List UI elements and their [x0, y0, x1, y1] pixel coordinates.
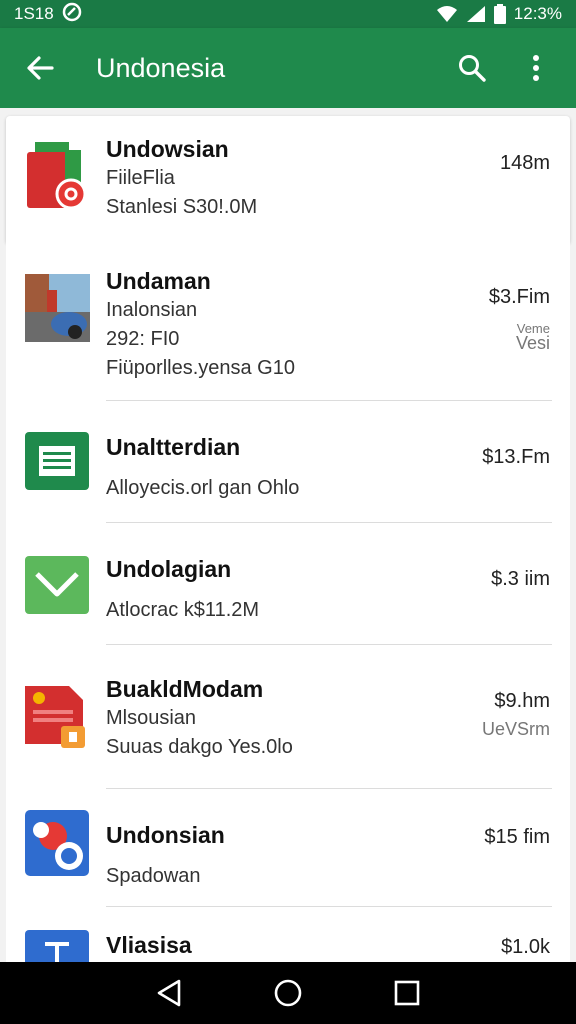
- chat-icon: [25, 810, 90, 876]
- item-subtitle: Alloyecis.orl gan Ohlo: [106, 477, 300, 499]
- divider: [106, 644, 552, 645]
- divider: [106, 400, 552, 401]
- item-price: $3.Fim: [488, 286, 550, 308]
- item-sub: Vesi: [515, 333, 550, 353]
- navigation-bar: [0, 962, 576, 1024]
- item-price: $15 fim: [484, 826, 550, 848]
- wifi-icon: [436, 5, 458, 23]
- search-icon[interactable]: [452, 48, 492, 88]
- item-price: $9.hm: [494, 690, 550, 712]
- more-vert-icon[interactable]: [516, 48, 556, 88]
- divider: [106, 788, 552, 789]
- list-item[interactable]: Undolagian Atlocrac k$11.2M $.3 iim: [0, 548, 576, 648]
- triangle-back-icon[interactable]: [149, 973, 189, 1013]
- app-icon-red-green: [25, 142, 90, 210]
- item-subtitle: FiileFlia: [106, 167, 175, 189]
- app-list: Undowsian FiileFlia Stanlesi S30!.0M 148…: [0, 108, 576, 962]
- app-bar: Undonesia: [0, 28, 576, 108]
- item-price: $.3 iim: [491, 568, 550, 590]
- list-item[interactable]: Undaman Inalonsian 292: FI0 Fiüporlles.y…: [0, 260, 576, 400]
- photo-thumbnail-icon: [25, 274, 90, 342]
- divider: [106, 906, 552, 907]
- item-title: BuakldModam: [106, 676, 264, 702]
- circle-home-icon[interactable]: [268, 973, 308, 1013]
- list-item[interactable]: Unaltterdian Alloyecis.orl gan Ohlo $13.…: [0, 426, 576, 526]
- item-detail: 292: FI0: [106, 328, 180, 350]
- arrow-left-icon[interactable]: [22, 50, 58, 86]
- status-time: 1S18: [14, 4, 54, 23]
- list-item[interactable]: Vliasisa $1.0k: [0, 930, 576, 962]
- status-clock: 12:3%: [513, 4, 562, 23]
- item-price: 148m: [499, 152, 550, 174]
- list-item[interactable]: Undowsian FiileFlia Stanlesi S30!.0M 148…: [0, 130, 576, 250]
- page-title: Undonesia: [96, 52, 226, 83]
- battery-icon: [493, 4, 506, 24]
- item-price: $1.0k: [501, 936, 550, 958]
- sync-icon: [62, 2, 82, 27]
- item-detail: Suuas dakgo Yes.0lo: [106, 736, 293, 758]
- status-bar: 1S18 12:3%: [0, 0, 576, 28]
- item-subtitle: Spadowan: [106, 865, 201, 887]
- item-subtitle: Mlsousian: [106, 707, 197, 729]
- divider: [106, 522, 552, 523]
- item-price: $13.Fm: [482, 446, 550, 468]
- item-title: Vliasisa: [106, 932, 192, 958]
- item-title: Undaman: [106, 268, 211, 294]
- list-item[interactable]: BuakldModam Mlsousian Suuas dakgo Yes.0l…: [0, 674, 576, 784]
- item-detail: Stanlesi S30!.0M: [106, 196, 258, 218]
- inbox-check-icon: [25, 556, 90, 616]
- item-subtitle: Inalonsian: [106, 299, 198, 321]
- item-title: Unaltterdian: [106, 434, 241, 460]
- item-subtitle: Atlocrac k$11.2M: [106, 599, 260, 621]
- item-title: Undowsian: [106, 136, 229, 162]
- sheets-icon: [25, 432, 90, 492]
- item-title: Undonsian: [106, 822, 225, 848]
- document-pin-icon: [25, 686, 90, 748]
- item-sub: UeVSrm: [481, 719, 550, 739]
- signal-icon: [466, 5, 486, 23]
- item-title: Undolagian: [106, 556, 232, 582]
- text-icon: [25, 930, 90, 962]
- square-recents-icon[interactable]: [387, 973, 427, 1013]
- item-detail: Fiüporlles.yensa G10: [106, 357, 295, 379]
- list-item[interactable]: Undonsian Spadowan $15 fim: [0, 810, 576, 914]
